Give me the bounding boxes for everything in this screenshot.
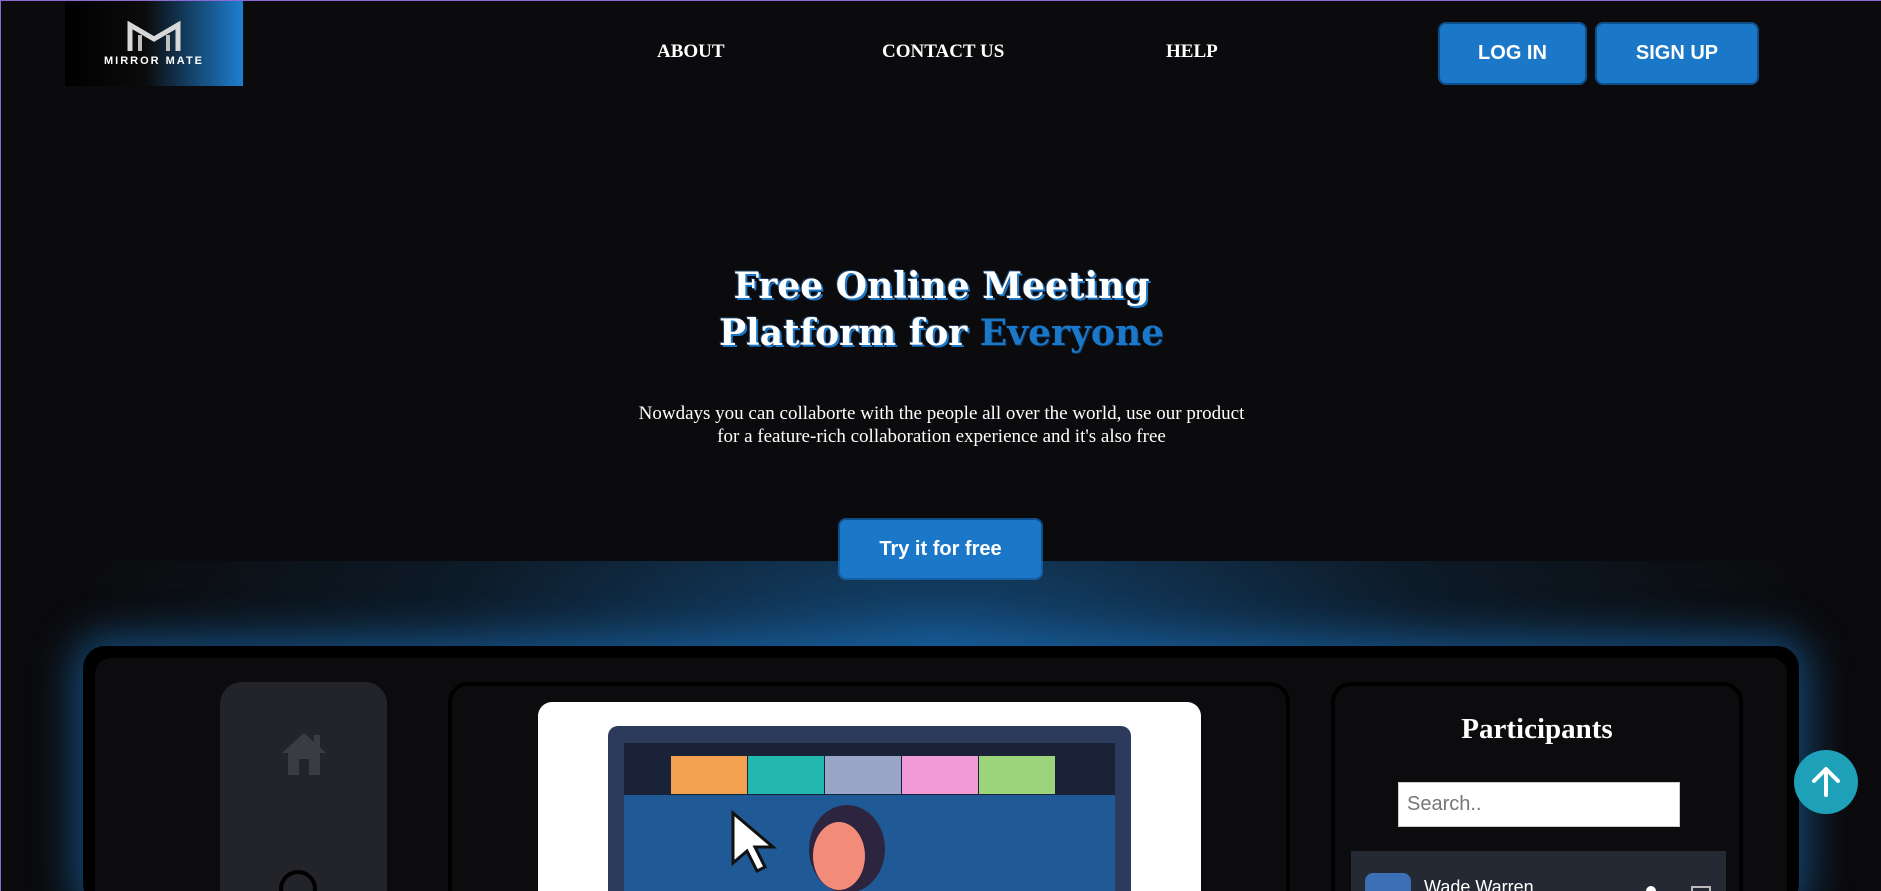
arrow-up-icon <box>1812 767 1840 797</box>
mirror-mate-logo-icon <box>127 20 181 51</box>
video-thumbnail <box>825 756 901 794</box>
video-thumbnail <box>671 756 747 794</box>
hero-title-accent: Everyone <box>979 312 1165 354</box>
preview-sidebar <box>220 682 387 891</box>
cursor-icon <box>731 809 778 874</box>
avatar <box>1365 873 1411 891</box>
participants-search-input[interactable] <box>1398 782 1680 827</box>
signup-button[interactable]: SIGN UP <box>1595 22 1759 85</box>
nav-contact-us[interactable]: CONTACT US <box>882 41 1004 63</box>
hero-title-prefix: Platform for <box>718 312 980 354</box>
video-thumbnail <box>979 756 1055 794</box>
camera-icon[interactable] <box>1691 886 1711 891</box>
home-icon[interactable] <box>278 729 330 777</box>
brand-logo[interactable]: MIRROR MATE <box>65 1 243 86</box>
hero-subtitle-line1: Nowdays you can collaborte with the peop… <box>638 403 1245 424</box>
person-illustration <box>809 805 885 891</box>
video-thumbnail <box>748 756 824 794</box>
hero-title-line2: Platform for Everyone <box>1 310 1881 357</box>
scroll-to-top-button[interactable] <box>1794 750 1858 814</box>
page: MIRROR MATE ABOUT CONTACT US HELP LOG IN… <box>0 0 1881 891</box>
hero-subtitle-line2: for a feature-rich collaboration experie… <box>717 426 1166 447</box>
mic-icon[interactable] <box>1646 886 1656 891</box>
login-button[interactable]: LOG IN <box>1438 22 1587 85</box>
participant-name: Wade Warren <box>1424 877 1534 891</box>
nav-about[interactable]: ABOUT <box>657 41 725 63</box>
nav-help[interactable]: HELP <box>1166 41 1218 63</box>
hero-title-line1: Free Online Meeting <box>733 265 1150 307</box>
video-thumbnail <box>902 756 978 794</box>
brand-name: MIRROR MATE <box>103 54 204 67</box>
participants-title: Participants <box>1461 713 1613 745</box>
